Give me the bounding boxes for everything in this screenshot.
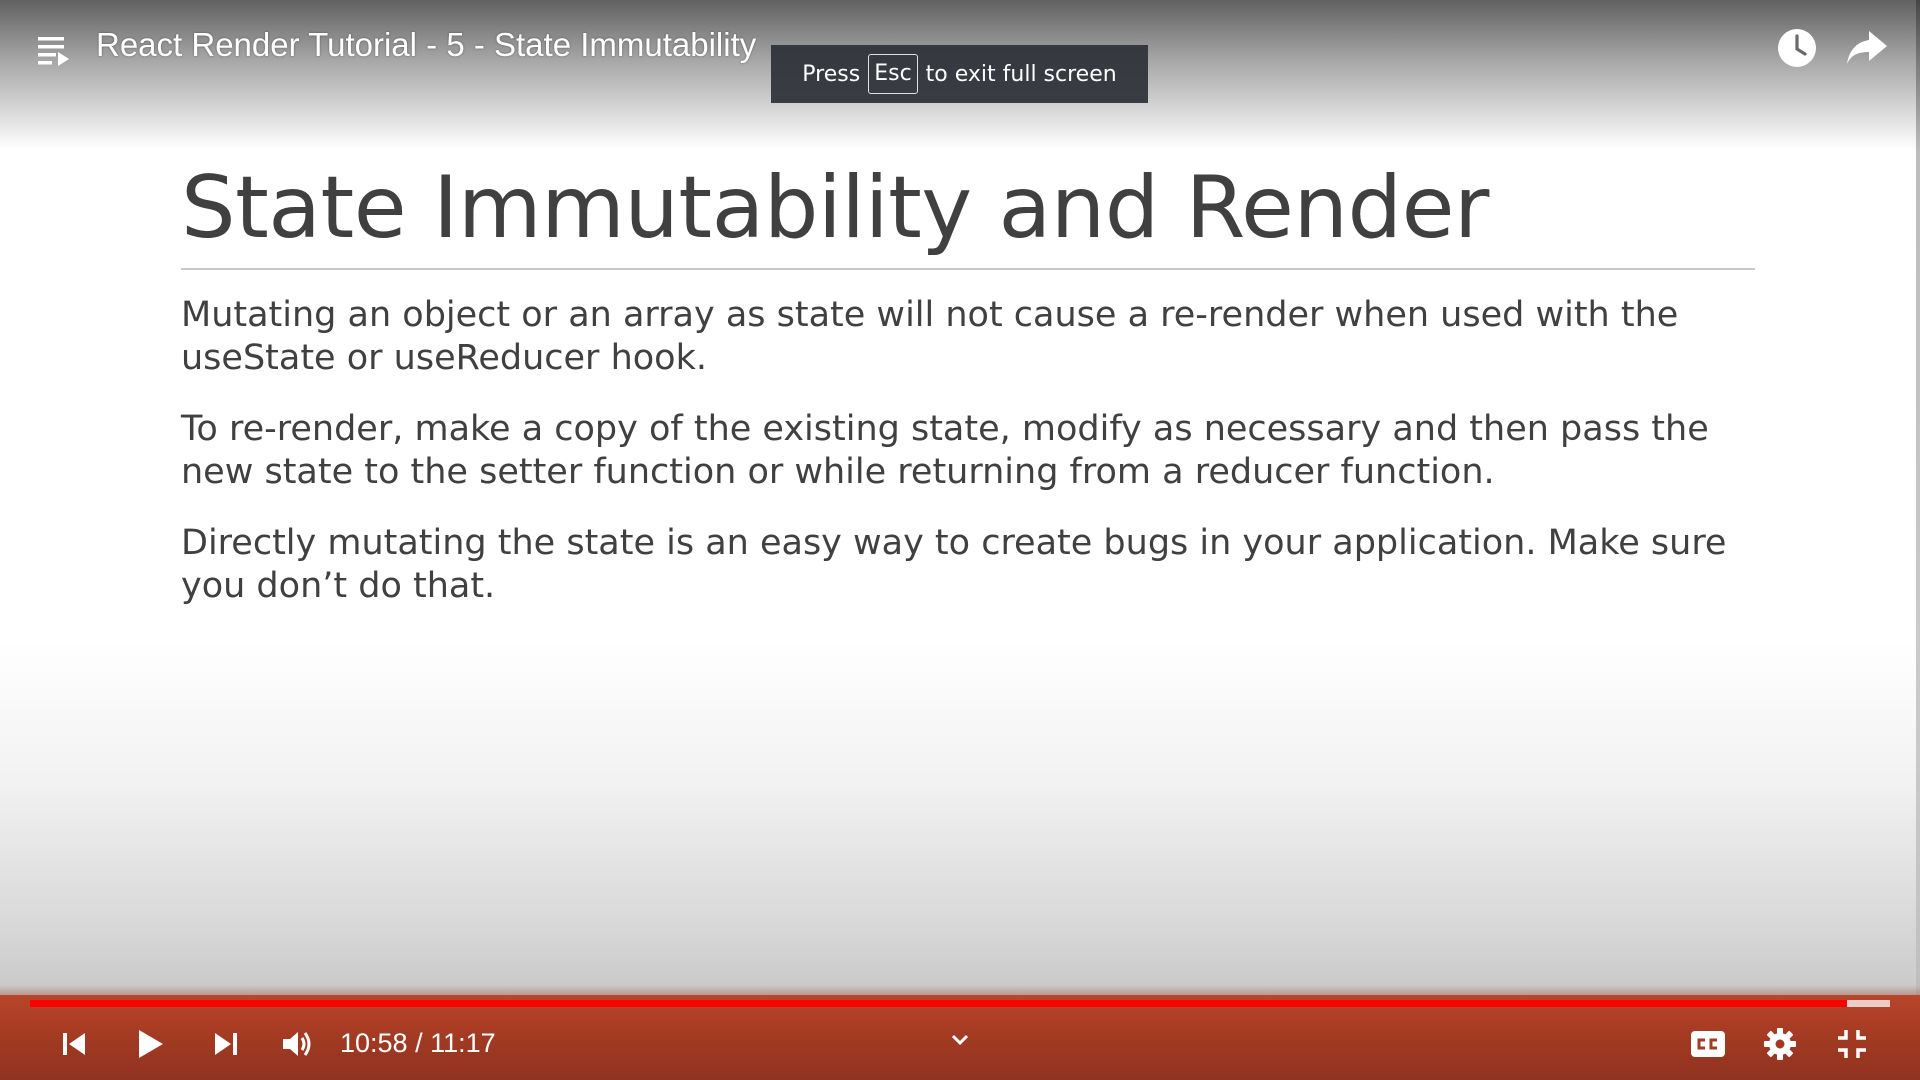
progress-buffered (1847, 1000, 1890, 1007)
fullscreen-exit-hint: Press Esc to exit full screen (771, 45, 1148, 103)
next-icon (215, 1033, 237, 1055)
volume-button[interactable] (275, 1022, 319, 1066)
hint-prefix: Press (802, 61, 861, 87)
hint-suffix: to exit full screen (925, 61, 1117, 87)
frame-edge (1916, 0, 1920, 1080)
slide-paragraph-2: To re-render, make a copy of the existin… (181, 409, 1709, 492)
watch-later-icon[interactable] (1776, 27, 1818, 69)
current-time: 10:58 (340, 1028, 408, 1058)
previous-icon (63, 1033, 85, 1055)
captions-button[interactable] (1688, 1022, 1728, 1066)
share-icon[interactable] (1845, 27, 1889, 69)
settings-gear-icon (1764, 1028, 1796, 1060)
next-button[interactable] (204, 1022, 248, 1066)
exit-fullscreen-icon (1838, 1030, 1866, 1058)
play-button[interactable] (128, 1022, 172, 1066)
esc-key-badge: Esc (868, 54, 918, 94)
progress-played (30, 1000, 1848, 1007)
slide-paragraph-3: Directly mutating the state is an easy w… (181, 523, 1727, 606)
volume-icon (283, 1032, 311, 1056)
video-title[interactable]: React Render Tutorial - 5 - State Immuta… (96, 26, 756, 64)
settings-button[interactable] (1758, 1022, 1802, 1066)
playlist-icon[interactable] (36, 32, 76, 72)
video-frame[interactable]: State Immutability and Render Mutating a… (0, 0, 1920, 1080)
previous-button[interactable] (52, 1022, 96, 1066)
time-display: 10:58 / 11:17 (340, 1026, 496, 1060)
slide-divider (181, 268, 1755, 270)
play-icon (139, 1030, 163, 1058)
slide-title: State Immutability and Render (181, 158, 1489, 258)
more-videos-toggle[interactable] (940, 1028, 980, 1052)
chevron-down-icon (951, 1034, 969, 1046)
captions-icon (1691, 1031, 1725, 1057)
slide-paragraph-1: Mutating an object or an array as state … (181, 295, 1679, 378)
time-separator: / (415, 1028, 423, 1058)
total-duration: 11:17 (430, 1028, 496, 1058)
progress-bar[interactable] (30, 1000, 1890, 1007)
exit-fullscreen-button[interactable] (1830, 1022, 1874, 1066)
